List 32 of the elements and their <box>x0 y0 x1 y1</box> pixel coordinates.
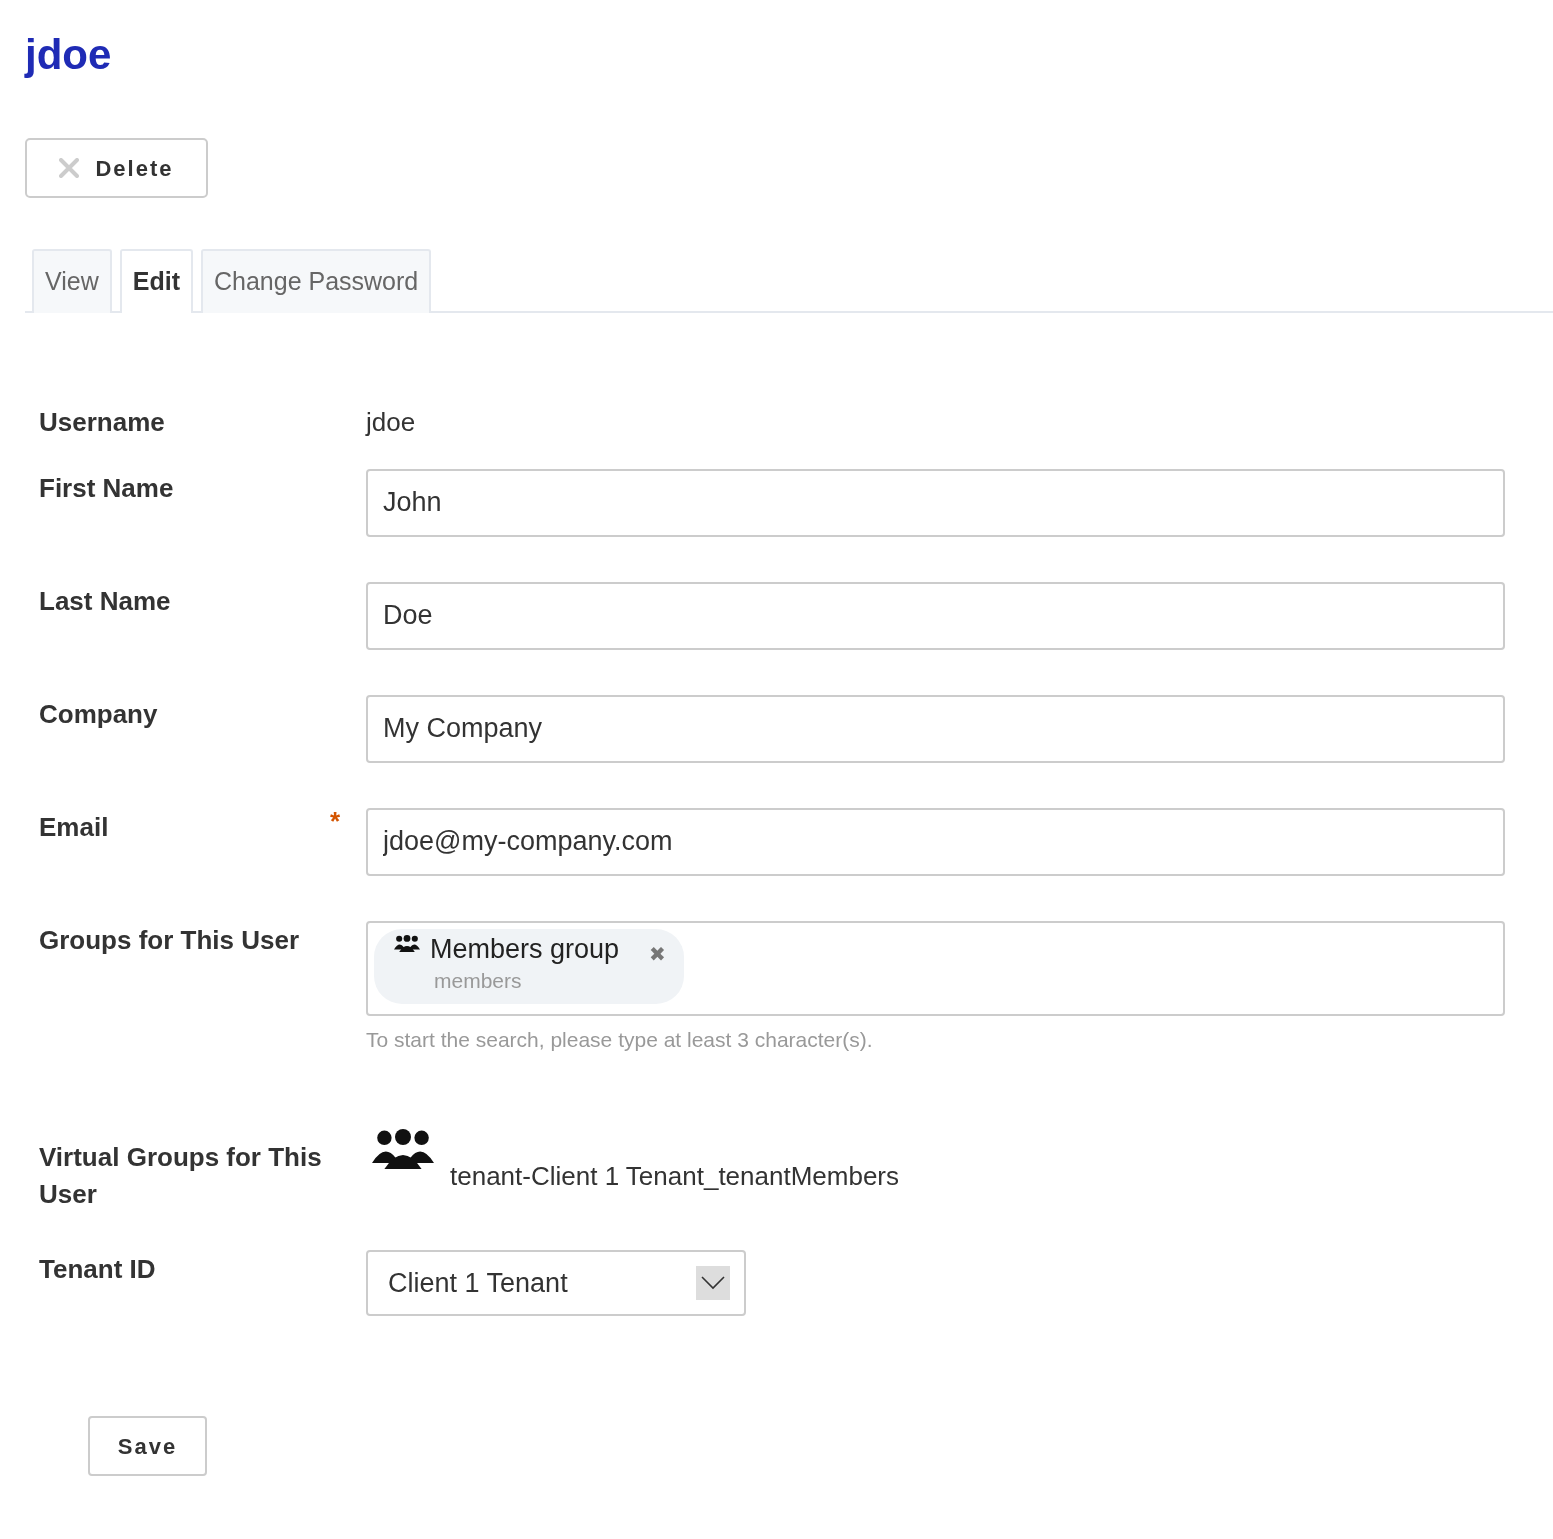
help-text: To start the search, please type at least 3 character(s). <box>366 1026 874 1053</box>
delete-button[interactable]: Delete <box>25 138 208 199</box>
tag-input[interactable]: Members group members ✖ <box>366 920 1505 1016</box>
tenant-select[interactable]: Client 1 Tenant <box>366 1250 746 1317</box>
page-title: jdoe <box>25 30 112 80</box>
tab[interactable]: Edit <box>119 249 193 313</box>
field-label: Company <box>39 697 158 731</box>
people-icon <box>372 1129 434 1170</box>
tag-title: Members group <box>430 934 620 965</box>
tab[interactable]: Change Password <box>200 249 432 313</box>
text-input[interactable]: My Company <box>366 694 1505 763</box>
text-input[interactable]: Doe <box>366 581 1505 650</box>
remove-button[interactable]: ✖ <box>649 938 667 969</box>
required-mark: * <box>329 807 340 834</box>
close-icon <box>59 158 80 179</box>
save-button[interactable]: Save <box>88 1416 207 1477</box>
chevron-down-icon <box>701 1276 725 1291</box>
people-icon <box>394 934 420 952</box>
field-label: Email <box>39 810 109 844</box>
tag-subtitle: members <box>433 967 523 994</box>
field-label: Tenant ID <box>39 1253 156 1287</box>
field-label: Virtual Groups for This User <box>39 1141 323 1211</box>
field-label: First Name <box>39 471 174 505</box>
group-name: tenant-Client 1 Tenant_tenantMembers <box>450 1160 900 1194</box>
field-value: jdoe <box>366 405 417 439</box>
select-value: Client 1 Tenant <box>388 1266 568 1300</box>
tab[interactable]: View <box>32 249 112 313</box>
text-input[interactable]: jdoe@my-company.com <box>366 807 1505 876</box>
field-label: Username <box>39 405 165 439</box>
field-label: Last Name <box>39 584 171 618</box>
text-input[interactable]: John <box>366 468 1505 537</box>
field-label: Groups for This User <box>39 923 300 957</box>
